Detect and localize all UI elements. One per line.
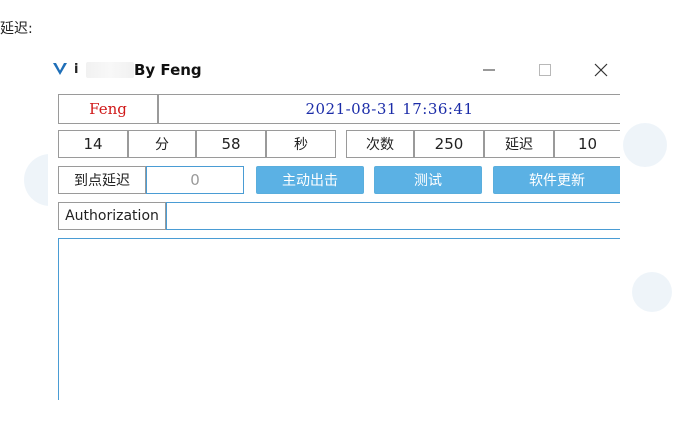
close-icon [594,63,608,77]
maximize-icon [539,64,551,76]
maximize-button[interactable] [530,58,560,82]
count-field[interactable]: 250 [414,130,484,158]
delay-label: 延迟 [484,130,554,158]
title-bar[interactable]: i By Feng [48,54,620,88]
minute-label-text: 分 [155,137,169,153]
datetime-text: 2021-08-31 17:36:41 [305,100,474,118]
watermark-icon [632,272,672,312]
active-attack-button-label: 主动出击 [282,173,338,189]
user-name-label: Feng [58,94,158,124]
minimize-button[interactable] [474,58,504,82]
authorization-label-text: Authorization [65,208,159,224]
second-label: 秒 [266,130,336,158]
software-update-button[interactable]: 软件更新 [493,166,620,194]
user-name-text: Feng [89,100,127,118]
close-button[interactable] [586,58,616,82]
test-button-label: 测试 [414,173,442,189]
window-title-prefix: i [74,62,79,77]
count-label: 次数 [346,130,414,158]
authorization-input[interactable] [166,202,620,230]
second-label-text: 秒 [294,137,308,153]
v-logo-icon [53,63,67,75]
arrival-delay-value: 0 [190,171,200,189]
count-label-text: 次数 [366,137,394,153]
delay-value: 10 [577,135,598,153]
delay-caption: 延迟: [0,21,33,37]
active-attack-button[interactable]: 主动出击 [256,166,364,194]
count-value: 250 [434,135,464,153]
test-button[interactable]: 测试 [374,166,482,194]
app-window: i By Feng Feng 2021-08-31 17:36:41 14 分 … [48,54,620,400]
minimize-icon [483,69,495,71]
delay-field[interactable]: 10 [554,130,620,158]
second-value: 58 [221,135,241,153]
minute-field[interactable]: 14 [58,130,128,158]
delay-label-text: 延迟 [505,137,533,153]
minute-value: 14 [83,135,103,153]
minute-label: 分 [128,130,196,158]
arrival-delay-label: 到点延迟 [58,166,146,194]
window-title: By Feng [134,61,202,79]
second-field[interactable]: 58 [196,130,266,158]
log-textarea[interactable] [58,238,620,400]
datetime-display: 2021-08-31 17:36:41 [158,94,620,124]
arrival-delay-input[interactable]: 0 [146,166,244,194]
software-update-button-label: 软件更新 [529,173,585,189]
arrival-delay-label-text: 到点延迟 [74,173,130,189]
watermark-icon [623,123,667,167]
page: 延迟: i By Feng Feng 2021-08-31 17:36:41 1… [0,0,676,422]
title-redacted-area [86,62,134,78]
authorization-label: Authorization [58,202,166,230]
